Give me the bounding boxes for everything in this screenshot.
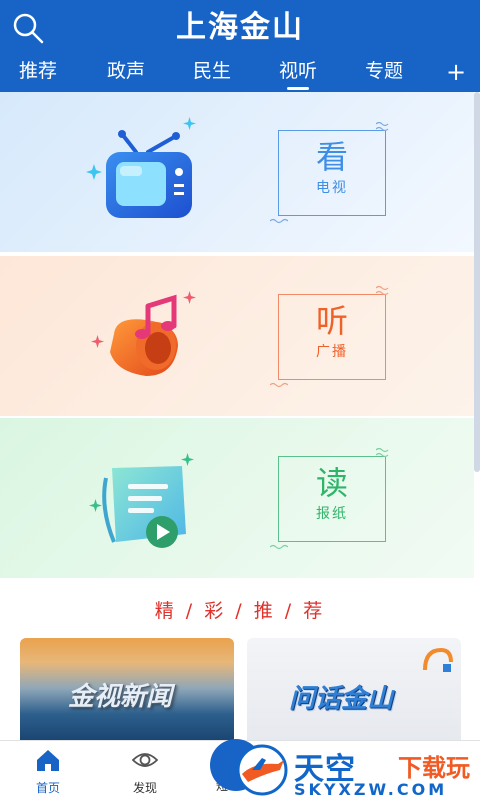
news-thumbnail[interactable]: 金视新闻 bbox=[20, 638, 234, 750]
radio-card[interactable]: 听 广播 bbox=[0, 256, 474, 416]
thumbnail-title: 金视新闻 bbox=[68, 682, 173, 712]
eye-icon bbox=[131, 753, 159, 767]
plane-logo-icon bbox=[236, 744, 288, 796]
add-channel-button[interactable]: + bbox=[444, 58, 468, 86]
read-label: 读 bbox=[315, 464, 348, 502]
section-title: 精 / 彩 / 推 / 荐 bbox=[154, 600, 326, 622]
tv-label: 电视 bbox=[316, 180, 348, 196]
nav-discover-label: 发现 bbox=[132, 781, 157, 795]
wave-decoration bbox=[270, 544, 288, 550]
tv-icon bbox=[86, 112, 206, 232]
listen-radio-button[interactable]: 听 广播 bbox=[278, 294, 386, 380]
wave-decoration bbox=[270, 218, 288, 224]
newspaper-label: 报纸 bbox=[316, 506, 348, 522]
wave-decoration bbox=[376, 448, 389, 458]
watch-label: 看 bbox=[315, 138, 348, 176]
watermark: 天空 下载玩 SKYXZW.COM bbox=[232, 738, 480, 800]
watermark-url: SKYXZW.COM bbox=[294, 780, 448, 799]
watermark-brand2: 下载玩 bbox=[398, 754, 470, 782]
tab-livelihood[interactable]: 民生 bbox=[186, 56, 238, 92]
logo-decoration bbox=[423, 647, 453, 672]
app-header: 上海金山 推荐 政声 民生 视听 专题 + bbox=[0, 0, 480, 92]
speaker-music-icon bbox=[86, 276, 206, 396]
nav-home[interactable]: 首页 bbox=[18, 747, 78, 796]
home-icon bbox=[37, 750, 59, 771]
radio-label: 广播 bbox=[316, 344, 348, 360]
tv-card[interactable]: 看 电视 bbox=[0, 92, 474, 252]
nav-discover[interactable]: 发现 bbox=[115, 747, 175, 796]
wave-decoration bbox=[376, 286, 389, 296]
tab-special[interactable]: 专题 bbox=[358, 56, 410, 92]
newspaper-play-icon bbox=[86, 438, 206, 558]
program-thumbnail[interactable]: 问话金山 bbox=[247, 638, 461, 750]
listen-label: 听 bbox=[315, 302, 348, 340]
thumbnail-title: 问话金山 bbox=[289, 684, 394, 714]
wave-decoration bbox=[376, 122, 389, 132]
read-newspaper-button[interactable]: 读 报纸 bbox=[278, 456, 386, 542]
newspaper-card[interactable]: 读 报纸 bbox=[0, 418, 474, 578]
app-title: 上海金山 bbox=[176, 10, 304, 45]
watch-tv-button[interactable]: 看 电视 bbox=[278, 130, 386, 216]
channel-tabs: 推荐 政声 民生 视听 专题 bbox=[0, 56, 480, 92]
scrollbar[interactable] bbox=[474, 92, 480, 472]
tab-audiovisual[interactable]: 视听 bbox=[272, 56, 324, 92]
nav-home-label: 首页 bbox=[35, 781, 60, 795]
tab-recommend[interactable]: 推荐 bbox=[12, 56, 64, 92]
wave-decoration bbox=[270, 382, 288, 388]
tab-politics[interactable]: 政声 bbox=[100, 56, 152, 92]
